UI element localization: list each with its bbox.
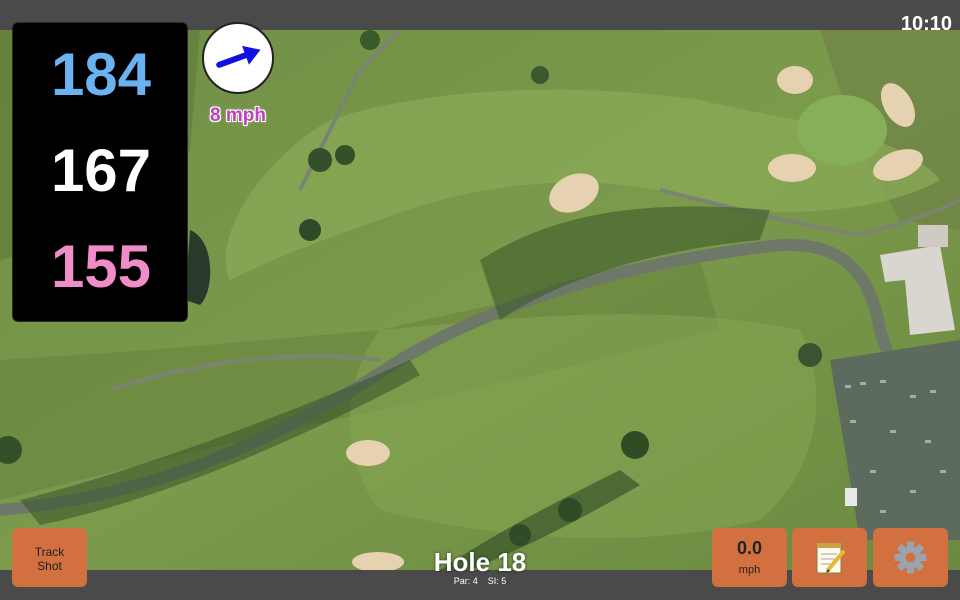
hole-par: Par: 4	[453, 576, 478, 586]
wind-speed: 8 mph	[210, 105, 266, 126]
track-shot-button[interactable]: Track Shot	[12, 528, 87, 587]
speed-value: 0.0	[736, 538, 763, 558]
hole-meta: Par: 4 SI: 5	[380, 577, 580, 586]
distance-back: 184	[50, 41, 152, 108]
hole-si: SI: 5	[487, 576, 507, 586]
golf-gps-screen: 10:10 184 167 155 8 mph Hole 18 Par: 4 S…	[0, 0, 960, 600]
distance-middle: 167	[50, 137, 152, 204]
settings-button[interactable]	[873, 528, 948, 587]
distance-panel: 184 167 155	[12, 22, 188, 322]
track-shot-label-line1: Track	[34, 545, 65, 559]
gear-icon	[894, 541, 927, 574]
wind-direction-dial	[202, 22, 274, 94]
distance-front: 155	[50, 233, 152, 300]
track-shot-label-line2: Shot	[37, 559, 62, 573]
arrow-right-icon	[216, 45, 261, 68]
speed-button[interactable]: 0.0 mph	[712, 528, 787, 587]
hole-title: Hole 18	[433, 547, 527, 577]
notepad-icon	[816, 543, 845, 574]
speed-unit: mph	[738, 564, 761, 576]
notes-button[interactable]	[792, 528, 867, 587]
